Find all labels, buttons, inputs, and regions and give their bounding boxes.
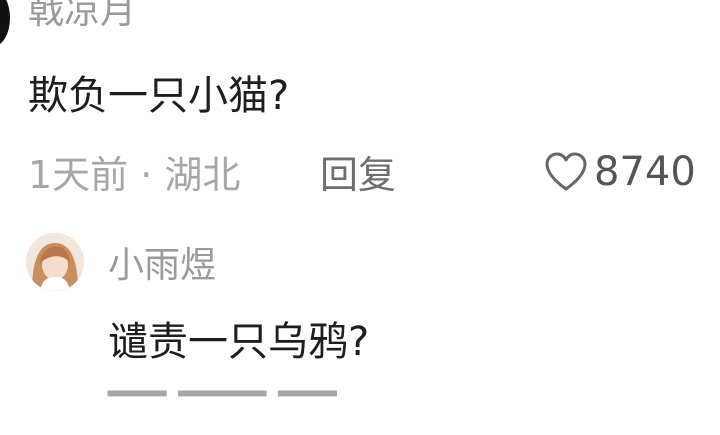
heart-icon — [545, 152, 587, 191]
reply-meta-partial: ▔▔ ▔▔▔ ▔▔ — [108, 391, 337, 435]
reply-button[interactable]: 回复 — [320, 156, 396, 194]
reply-avatar[interactable] — [26, 233, 84, 291]
avatar[interactable] — [0, 0, 10, 46]
comment-username[interactable]: 戟凉月 — [28, 0, 136, 30]
like-count: 8740 — [594, 149, 696, 195]
comment-text: 欺负一只小猫? — [28, 73, 290, 119]
like-button[interactable]: 8740 — [544, 152, 696, 192]
reply-text: 谴责一只乌鸦? — [108, 319, 370, 365]
reply-username[interactable]: 小雨煜 — [108, 248, 216, 284]
avatar-image — [26, 233, 84, 291]
comment-time-location: 1天前 · 湖北 — [28, 153, 241, 197]
